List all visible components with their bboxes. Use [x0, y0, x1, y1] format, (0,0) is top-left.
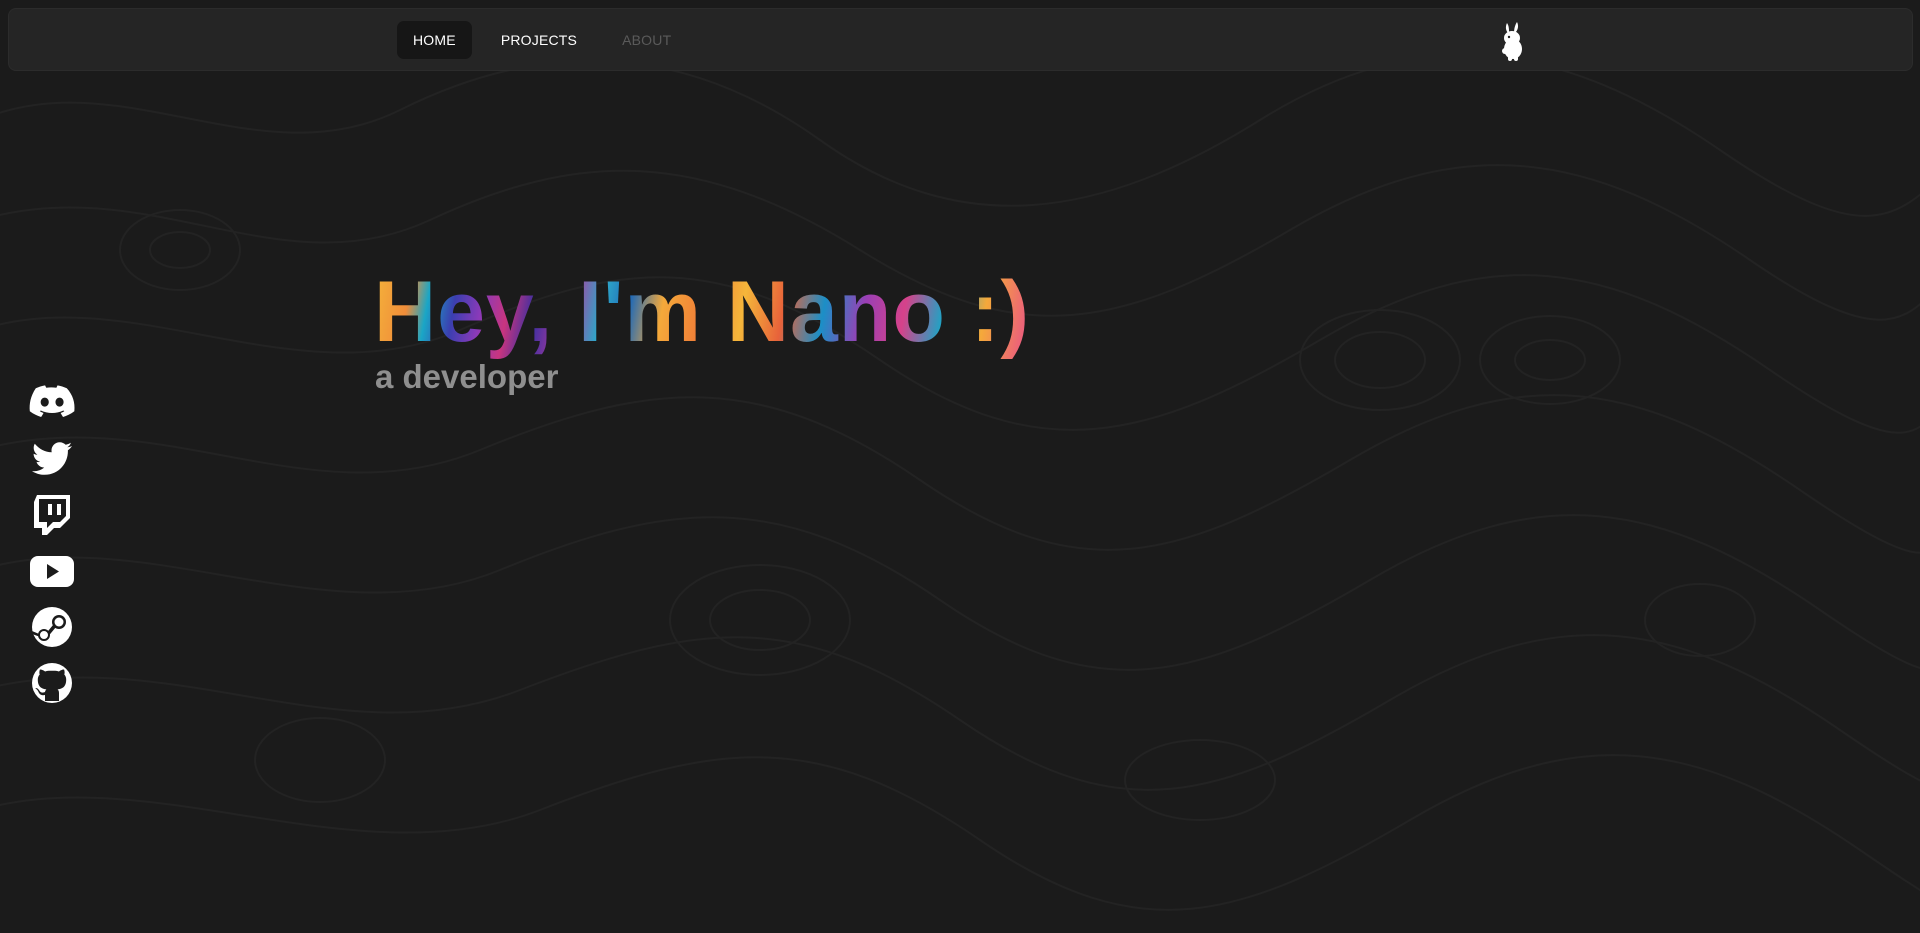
- topographic-background: [0, 54, 1920, 911]
- nav-home-link[interactable]: HOME: [397, 21, 472, 59]
- twitter-icon[interactable]: [28, 436, 76, 482]
- top-navbar: HOME PROJECTS ABOUT: [8, 8, 1913, 71]
- twitch-icon[interactable]: [28, 492, 76, 538]
- page: HOME PROJECTS ABOUT Hey, I'm Nano :) a d…: [0, 0, 1920, 933]
- social-links: [28, 380, 76, 716]
- steam-icon[interactable]: [28, 604, 76, 650]
- hero-title: Hey, I'm Nano :): [374, 264, 1031, 360]
- youtube-icon[interactable]: [28, 548, 76, 594]
- hero-subtitle: a developer: [375, 358, 559, 395]
- nav-about-link[interactable]: ABOUT: [606, 21, 687, 59]
- rabbit-icon[interactable]: [1497, 21, 1527, 61]
- discord-icon[interactable]: [28, 380, 76, 426]
- nav-links: HOME PROJECTS ABOUT: [397, 21, 700, 59]
- nav-projects-link[interactable]: PROJECTS: [485, 21, 593, 59]
- github-icon[interactable]: [28, 660, 76, 706]
